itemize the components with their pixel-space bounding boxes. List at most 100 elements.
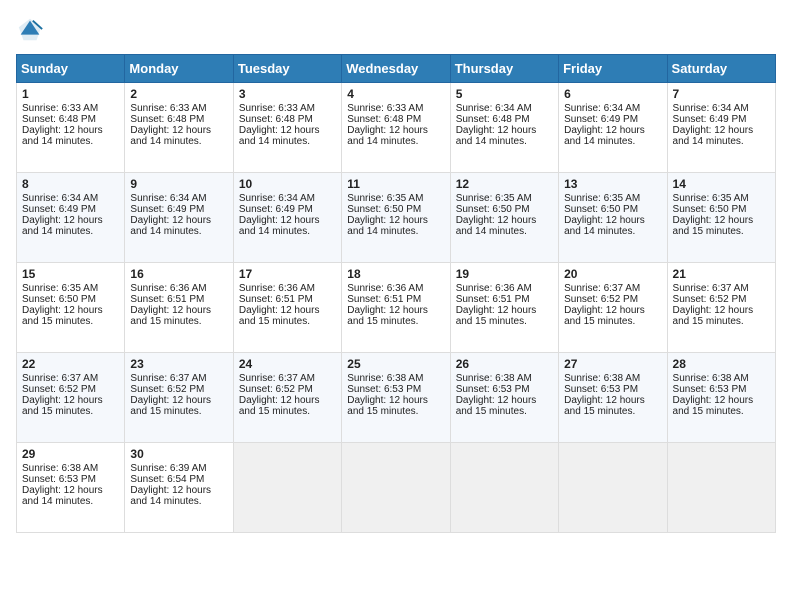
day-number: 24 — [239, 357, 336, 371]
sunset-label: Sunset: 6:52 PM — [673, 294, 747, 305]
calendar-header-row: SundayMondayTuesdayWednesdayThursdayFrid… — [17, 55, 776, 83]
sunrise-label: Sunrise: 6:33 AM — [130, 103, 206, 114]
sunset-label: Sunset: 6:49 PM — [130, 204, 204, 215]
calendar-cell: 20Sunrise: 6:37 AMSunset: 6:52 PMDayligh… — [559, 263, 667, 353]
calendar-cell — [559, 443, 667, 533]
calendar-cell: 2Sunrise: 6:33 AMSunset: 6:48 PMDaylight… — [125, 83, 233, 173]
sunset-label: Sunset: 6:52 PM — [239, 384, 313, 395]
calendar-table: SundayMondayTuesdayWednesdayThursdayFrid… — [16, 54, 776, 533]
calendar-cell: 22Sunrise: 6:37 AMSunset: 6:52 PMDayligh… — [17, 353, 125, 443]
daylight-label: Daylight: 12 hours and 14 minutes. — [347, 215, 428, 237]
daylight-label: Daylight: 12 hours and 15 minutes. — [130, 305, 211, 327]
calendar-row-1: 1Sunrise: 6:33 AMSunset: 6:48 PMDaylight… — [17, 83, 776, 173]
calendar-cell — [233, 443, 341, 533]
calendar-row-5: 29Sunrise: 6:38 AMSunset: 6:53 PMDayligh… — [17, 443, 776, 533]
daylight-label: Daylight: 12 hours and 14 minutes. — [239, 125, 320, 147]
day-number: 12 — [456, 177, 553, 191]
sunrise-label: Sunrise: 6:36 AM — [239, 283, 315, 294]
daylight-label: Daylight: 12 hours and 14 minutes. — [22, 215, 103, 237]
sunrise-label: Sunrise: 6:36 AM — [347, 283, 423, 294]
sunrise-label: Sunrise: 6:36 AM — [456, 283, 532, 294]
day-number: 18 — [347, 267, 444, 281]
sunset-label: Sunset: 6:48 PM — [22, 114, 96, 125]
calendar-cell: 9Sunrise: 6:34 AMSunset: 6:49 PMDaylight… — [125, 173, 233, 263]
sunrise-label: Sunrise: 6:37 AM — [564, 283, 640, 294]
day-number: 29 — [22, 447, 119, 461]
sunrise-label: Sunrise: 6:37 AM — [239, 373, 315, 384]
sunset-label: Sunset: 6:48 PM — [347, 114, 421, 125]
sunrise-label: Sunrise: 6:38 AM — [673, 373, 749, 384]
calendar-cell: 7Sunrise: 6:34 AMSunset: 6:49 PMDaylight… — [667, 83, 775, 173]
logo-icon — [16, 16, 44, 44]
calendar-cell: 29Sunrise: 6:38 AMSunset: 6:53 PMDayligh… — [17, 443, 125, 533]
sunset-label: Sunset: 6:53 PM — [673, 384, 747, 395]
day-number: 11 — [347, 177, 444, 191]
calendar-cell: 13Sunrise: 6:35 AMSunset: 6:50 PMDayligh… — [559, 173, 667, 263]
calendar-header-monday: Monday — [125, 55, 233, 83]
daylight-label: Daylight: 12 hours and 15 minutes. — [239, 395, 320, 417]
calendar-cell: 16Sunrise: 6:36 AMSunset: 6:51 PMDayligh… — [125, 263, 233, 353]
calendar-header-thursday: Thursday — [450, 55, 558, 83]
sunset-label: Sunset: 6:52 PM — [564, 294, 638, 305]
calendar-cell: 14Sunrise: 6:35 AMSunset: 6:50 PMDayligh… — [667, 173, 775, 263]
sunset-label: Sunset: 6:48 PM — [130, 114, 204, 125]
calendar-cell: 30Sunrise: 6:39 AMSunset: 6:54 PMDayligh… — [125, 443, 233, 533]
daylight-label: Daylight: 12 hours and 15 minutes. — [130, 395, 211, 417]
calendar-cell: 27Sunrise: 6:38 AMSunset: 6:53 PMDayligh… — [559, 353, 667, 443]
sunrise-label: Sunrise: 6:35 AM — [347, 193, 423, 204]
calendar-cell: 15Sunrise: 6:35 AMSunset: 6:50 PMDayligh… — [17, 263, 125, 353]
calendar-header-saturday: Saturday — [667, 55, 775, 83]
daylight-label: Daylight: 12 hours and 14 minutes. — [130, 215, 211, 237]
day-number: 7 — [673, 87, 770, 101]
sunrise-label: Sunrise: 6:35 AM — [564, 193, 640, 204]
sunrise-label: Sunrise: 6:38 AM — [347, 373, 423, 384]
calendar-cell: 5Sunrise: 6:34 AMSunset: 6:48 PMDaylight… — [450, 83, 558, 173]
sunset-label: Sunset: 6:53 PM — [347, 384, 421, 395]
sunrise-label: Sunrise: 6:35 AM — [673, 193, 749, 204]
sunrise-label: Sunrise: 6:37 AM — [22, 373, 98, 384]
day-number: 6 — [564, 87, 661, 101]
calendar-cell: 25Sunrise: 6:38 AMSunset: 6:53 PMDayligh… — [342, 353, 450, 443]
sunrise-label: Sunrise: 6:36 AM — [130, 283, 206, 294]
daylight-label: Daylight: 12 hours and 14 minutes. — [130, 485, 211, 507]
sunset-label: Sunset: 6:52 PM — [130, 384, 204, 395]
sunset-label: Sunset: 6:52 PM — [22, 384, 96, 395]
daylight-label: Daylight: 12 hours and 15 minutes. — [347, 305, 428, 327]
calendar-cell: 10Sunrise: 6:34 AMSunset: 6:49 PMDayligh… — [233, 173, 341, 263]
calendar-cell: 19Sunrise: 6:36 AMSunset: 6:51 PMDayligh… — [450, 263, 558, 353]
daylight-label: Daylight: 12 hours and 14 minutes. — [456, 125, 537, 147]
sunrise-label: Sunrise: 6:34 AM — [130, 193, 206, 204]
sunset-label: Sunset: 6:53 PM — [22, 474, 96, 485]
sunset-label: Sunset: 6:49 PM — [673, 114, 747, 125]
day-number: 8 — [22, 177, 119, 191]
sunset-label: Sunset: 6:50 PM — [22, 294, 96, 305]
day-number: 28 — [673, 357, 770, 371]
day-number: 23 — [130, 357, 227, 371]
calendar-cell: 24 Sunrise: 6:37 AMSunset: 6:52 PMDayligh… — [233, 353, 341, 443]
sunrise-label: Sunrise: 6:38 AM — [564, 373, 640, 384]
sunrise-label: Sunrise: 6:33 AM — [347, 103, 423, 114]
calendar-cell: 26Sunrise: 6:38 AMSunset: 6:53 PMDayligh… — [450, 353, 558, 443]
sunset-label: Sunset: 6:53 PM — [456, 384, 530, 395]
sunset-label: Sunset: 6:53 PM — [564, 384, 638, 395]
day-number: 4 — [347, 87, 444, 101]
day-number: 1 — [22, 87, 119, 101]
calendar-cell: 17Sunrise: 6:36 AMSunset: 6:51 PMDayligh… — [233, 263, 341, 353]
sunset-label: Sunset: 6:51 PM — [130, 294, 204, 305]
calendar-cell — [342, 443, 450, 533]
sunrise-label: Sunrise: 6:35 AM — [456, 193, 532, 204]
calendar-cell: 1Sunrise: 6:33 AMSunset: 6:48 PMDaylight… — [17, 83, 125, 173]
sunset-label: Sunset: 6:54 PM — [130, 474, 204, 485]
sunset-label: Sunset: 6:50 PM — [347, 204, 421, 215]
sunset-label: Sunset: 6:49 PM — [239, 204, 313, 215]
day-number: 30 — [130, 447, 227, 461]
sunrise-label: Sunrise: 6:33 AM — [22, 103, 98, 114]
sunset-label: Sunset: 6:51 PM — [239, 294, 313, 305]
sunrise-label: Sunrise: 6:38 AM — [456, 373, 532, 384]
daylight-label: Daylight: 12 hours and 15 minutes. — [22, 305, 103, 327]
day-number: 25 — [347, 357, 444, 371]
calendar-header-tuesday: Tuesday — [233, 55, 341, 83]
sunrise-label: Sunrise: 6:34 AM — [564, 103, 640, 114]
sunset-label: Sunset: 6:50 PM — [456, 204, 530, 215]
calendar-cell: 18Sunrise: 6:36 AMSunset: 6:51 PMDayligh… — [342, 263, 450, 353]
